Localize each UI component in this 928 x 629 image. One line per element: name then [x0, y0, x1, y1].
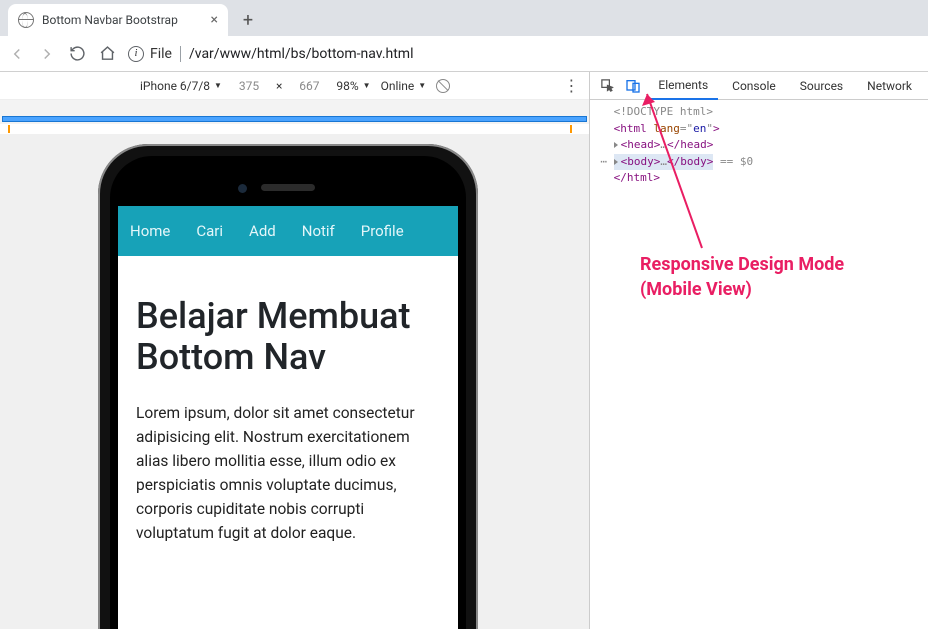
- nav-profile[interactable]: Profile: [361, 222, 404, 240]
- browser-tab[interactable]: Bottom Navbar Bootstrap ×: [8, 4, 228, 36]
- url-protocol: File: [150, 46, 172, 62]
- elements-tree[interactable]: <!DOCTYPE html> <html lang="en"> <head>……: [590, 100, 928, 629]
- tab-console[interactable]: Console: [722, 72, 786, 100]
- device-toolbar: iPhone 6/7/8▼ 375 × 667 98%▼ Online▼ ⋮: [0, 72, 589, 100]
- nav-notif[interactable]: Notif: [302, 222, 335, 240]
- forward-button[interactable]: [38, 45, 56, 63]
- zoom-select[interactable]: 98%▼: [336, 79, 370, 93]
- url-path: /var/www/html/bs/bottom-nav.html: [189, 46, 414, 62]
- devtools-panel: Elements Console Sources Network <!DOCTY…: [590, 72, 928, 629]
- toggle-device-icon[interactable]: [622, 75, 644, 97]
- page-paragraph: Lorem ipsum, dolor sit amet consectetur …: [136, 401, 440, 545]
- page-heading: Belajar Membuat Bottom Nav: [136, 296, 440, 379]
- reload-button[interactable]: [68, 45, 86, 63]
- throttle-select[interactable]: Online▼: [381, 79, 427, 93]
- annotation-label: Responsive Design Mode (Mobile View): [640, 252, 844, 302]
- url-separator: [180, 46, 181, 62]
- device-select[interactable]: iPhone 6/7/8▼: [140, 79, 222, 93]
- device-height-input[interactable]: 667: [292, 79, 326, 93]
- rotate-icon[interactable]: [436, 79, 450, 93]
- dom-selected-suffix: == $0: [713, 155, 753, 168]
- devtools-tabbar: Elements Console Sources Network: [590, 72, 928, 100]
- phone-camera-icon: [238, 184, 247, 193]
- ruler-ticks: [0, 124, 589, 134]
- device-more-icon[interactable]: ⋮: [563, 76, 579, 95]
- inspect-element-icon[interactable]: [596, 75, 618, 97]
- device-mode-pane: iPhone 6/7/8▼ 375 × 667 98%▼ Online▼ ⋮ H…: [0, 72, 590, 629]
- browser-tab-strip: Bottom Navbar Bootstrap × +: [0, 0, 928, 36]
- ruler-breakpoints: [0, 100, 589, 124]
- dimension-x: ×: [276, 79, 282, 93]
- device-width-input[interactable]: 375: [232, 79, 266, 93]
- nav-add[interactable]: Add: [249, 222, 276, 240]
- tab-sources[interactable]: Sources: [790, 72, 853, 100]
- info-icon[interactable]: i: [128, 46, 144, 62]
- nav-cari[interactable]: Cari: [196, 222, 223, 240]
- close-icon[interactable]: ×: [211, 12, 218, 28]
- device-viewport: Home Cari Add Notif Profile Belajar Memb…: [0, 134, 589, 629]
- nav-home[interactable]: Home: [130, 222, 170, 240]
- tab-title: Bottom Navbar Bootstrap: [42, 13, 178, 27]
- new-tab-button[interactable]: +: [234, 6, 262, 34]
- address-bar[interactable]: i File /var/www/html/bs/bottom-nav.html: [128, 46, 413, 62]
- phone-frame: Home Cari Add Notif Profile Belajar Memb…: [98, 144, 478, 629]
- tab-network[interactable]: Network: [857, 72, 922, 100]
- home-button[interactable]: [98, 45, 116, 63]
- app-navbar: Home Cari Add Notif Profile: [118, 206, 458, 256]
- globe-icon: [18, 12, 34, 28]
- back-button[interactable]: [8, 45, 26, 63]
- browser-toolbar: i File /var/www/html/bs/bottom-nav.html: [0, 36, 928, 72]
- tab-elements[interactable]: Elements: [648, 72, 718, 100]
- phone-speaker-icon: [261, 184, 315, 191]
- phone-screen: Home Cari Add Notif Profile Belajar Memb…: [118, 206, 458, 629]
